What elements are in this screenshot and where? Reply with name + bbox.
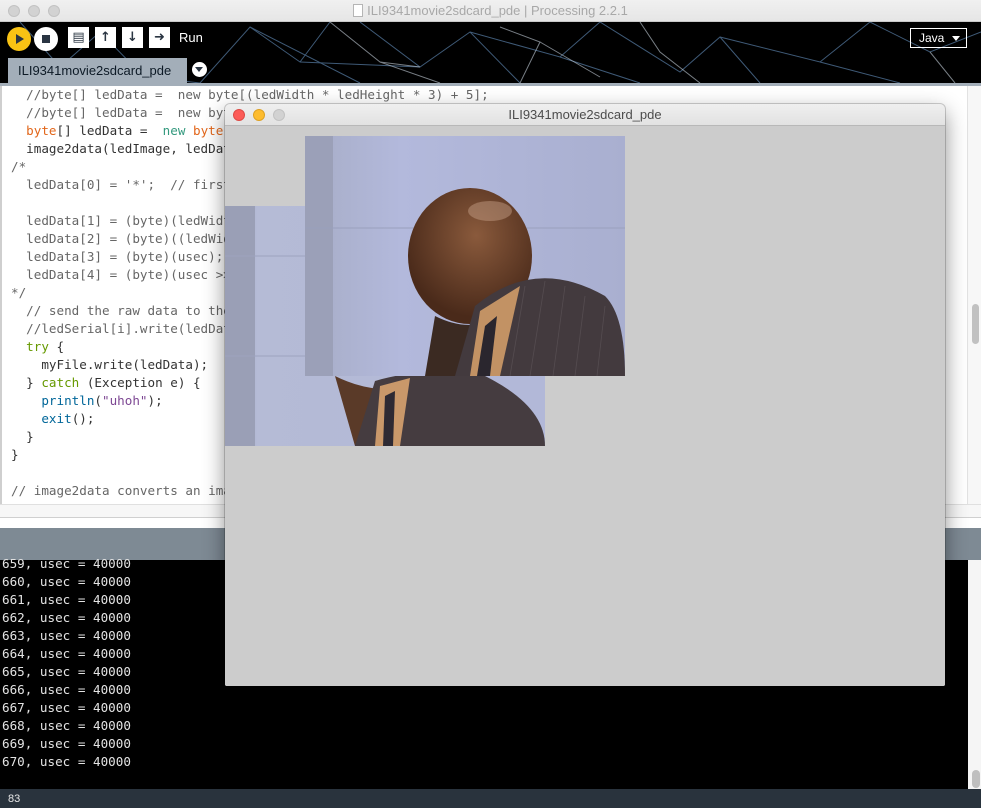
document-icon [353,4,364,17]
code-token: "uhoh" [102,393,148,408]
tab-sketch[interactable]: ILI9341movie2sdcard_pde [8,58,187,83]
stop-button[interactable] [34,27,58,51]
window-title-text: ILI9341movie2sdcard_pde | Processing 2.2… [367,3,628,18]
code-token: } [11,375,42,390]
console-scrollbar[interactable] [968,560,981,789]
title-bar: ILI9341movie2sdcard_pde | Processing 2.2… [0,0,981,22]
console-line: 670, usec = 40000 [2,754,131,769]
window-title: ILI9341movie2sdcard_pde | Processing 2.2… [0,3,981,18]
save-sketch-button[interactable]: ↓ [122,27,143,48]
console-output: 659, usec = 40000 660, usec = 40000 661, u… [2,555,131,771]
code-token: /* [11,159,27,174]
code-token: { [48,339,65,354]
code-token: myFile.write(ledData); [11,357,209,372]
sketch-canvas[interactable] [225,126,945,686]
console-line: 667, usec = 40000 [2,700,131,715]
code-token: println [41,393,95,408]
video-frame-front [305,136,625,376]
export-application-button[interactable]: ➜ [149,27,170,48]
code-token: } [11,429,34,444]
toolbar: ▤ ↑ ↓ ➜ Run Java ILI9341movie2sdcard_pde [0,22,981,83]
sketch-title: ILI9341movie2sdcard_pde [508,107,662,122]
code-token: (); [71,411,95,426]
code-token: ); [147,393,163,408]
run-button[interactable] [7,27,31,51]
save-down-arrow-icon: ↓ [127,30,138,45]
toolbar-hover-label: Run [179,30,203,45]
code-token: ( [94,393,103,408]
open-up-arrow-icon: ↑ [100,30,111,45]
chevron-down-icon [952,36,960,41]
new-file-icon: ▤ [72,30,85,45]
mode-selector[interactable]: Java [910,28,967,48]
console-line: 664, usec = 40000 [2,646,131,661]
code-token: [] ledData = [56,123,163,138]
code-token: exit [41,411,72,426]
console-line: 659, usec = 40000 [2,556,131,571]
code-token: new [162,123,186,138]
sketch-window[interactable]: ILI9341movie2sdcard_pde [225,104,945,686]
code-token: try [26,339,49,354]
code-token: //byte[] ledData = new byte[(ledWidth * … [11,87,489,102]
console-line: 668, usec = 40000 [2,718,131,733]
code-token: //ledSerial[i].write(ledData); [11,321,254,336]
code-token: */ [11,285,27,300]
code-token: byte [193,123,224,138]
new-sketch-button[interactable]: ▤ [68,27,89,48]
code-token: } [11,447,19,462]
console-line: 663, usec = 40000 [2,628,131,643]
console-line: 665, usec = 40000 [2,664,131,679]
console-scroll-thumb[interactable] [972,770,980,788]
code-token: byte [26,123,57,138]
mode-selector-value: Java [919,31,945,45]
code-token: catch [41,375,80,390]
console-line: 661, usec = 40000 [2,592,131,607]
code-line[interactable]: //byte[] ledData = new byte[(ledWidth * … [11,86,496,104]
line-number: 83 [8,793,21,805]
console-line: 669, usec = 40000 [2,736,131,751]
processing-ide-window: ILI9341movie2sdcard_pde | Processing 2.2… [0,0,981,808]
tab-menu-button[interactable] [192,62,207,77]
editor-scroll-thumb[interactable] [972,304,979,344]
code-token: (Exception e) { [79,375,201,390]
export-icon: ➜ [154,30,165,45]
console-line: 660, usec = 40000 [2,574,131,589]
status-bar: 83 [0,789,981,808]
console-line: 666, usec = 40000 [2,682,131,697]
open-sketch-button[interactable]: ↑ [95,27,116,48]
sketch-title-bar[interactable]: ILI9341movie2sdcard_pde [225,104,945,126]
editor-vertical-scrollbar[interactable] [967,86,981,504]
tab-label: ILI9341movie2sdcard_pde [18,63,172,78]
console-line: 662, usec = 40000 [2,610,131,625]
